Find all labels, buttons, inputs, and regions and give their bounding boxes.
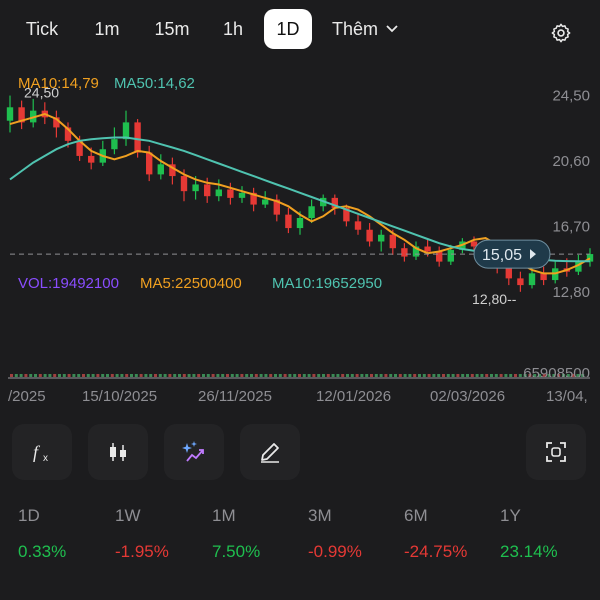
- tab-1m[interactable]: 1m: [84, 6, 130, 52]
- more-label: Thêm: [332, 19, 379, 39]
- candle-body: [424, 246, 431, 252]
- x-axis-label: 26/11/2025: [198, 388, 272, 405]
- candle-body: [296, 218, 304, 229]
- perf-value-1d: 0.33%: [18, 542, 67, 561]
- tab-1h[interactable]: 1h: [212, 6, 254, 52]
- x-axis-label: 12/01/2026: [316, 388, 391, 405]
- timeframe-bar: Tick 1m 15m 1h 1D Thêm: [0, 6, 600, 52]
- price-axis-label: 20,60: [552, 153, 590, 170]
- candle-body: [308, 206, 315, 218]
- candle-body: [447, 249, 454, 262]
- function-icon: f x: [33, 442, 48, 464]
- x-axis-label: 13/04,: [546, 388, 588, 405]
- candle-body: [389, 234, 396, 249]
- volume-ma10-label: MA10:19652950: [272, 275, 382, 292]
- candle-body: [436, 251, 443, 262]
- svg-text:f: f: [33, 442, 41, 462]
- perf-value-1y: 23.14%: [500, 542, 558, 561]
- candle-body: [180, 176, 188, 192]
- perf-period-1y: 1Y: [500, 506, 521, 525]
- price-axis-label: 12,80: [552, 284, 590, 301]
- ma50-legend: MA50:14,62: [114, 75, 195, 92]
- pencil-icon: [261, 443, 279, 463]
- perf-period-1d: 1D: [18, 506, 40, 525]
- price-axis-label: 16,70: [552, 218, 590, 235]
- candle-body: [192, 184, 199, 192]
- fullscreen-icon: [546, 442, 566, 462]
- candle-body: [215, 189, 222, 197]
- perf-value-1m: 7.50%: [212, 542, 261, 561]
- draw-button[interactable]: [240, 424, 300, 480]
- chevron-down-icon: [386, 25, 398, 33]
- volume-label: VOL:19492100: [18, 275, 119, 292]
- candlestick-icon: [110, 443, 126, 461]
- volume-ma5-label: MA5:22500400: [140, 275, 242, 292]
- gear-icon[interactable]: [550, 22, 572, 44]
- candle-body: [378, 234, 385, 242]
- candle-body: [401, 248, 408, 257]
- perf-period-1m: 1M: [212, 506, 236, 525]
- ai-analysis-button[interactable]: [164, 424, 224, 480]
- perf-period-1w: 1W: [115, 506, 141, 525]
- performance-table: 1D 0.33% 1W -1.95% 1M 7.50% 3M -0.99% 6M -24.75% 1…: [0, 500, 600, 580]
- chart-type-button[interactable]: [88, 424, 148, 480]
- indicator-button[interactable]: f x: [12, 424, 72, 480]
- low-price-label: 12,80--: [472, 291, 517, 307]
- candle-body: [366, 229, 373, 242]
- price-chart[interactable]: 24,5020,6016,7012,80 15,0524,5012,80--MA…: [0, 62, 600, 412]
- ma10-legend: MA10:14,79: [18, 75, 99, 92]
- candle-body: [238, 192, 246, 198]
- x-axis-label: 02/03/2026: [430, 388, 505, 405]
- candle-body: [134, 122, 141, 153]
- perf-period-3m: 3M: [308, 506, 332, 525]
- chart-toolbar: f x: [0, 424, 600, 482]
- perf-period-6m: 6M: [404, 506, 428, 525]
- tab-1d[interactable]: 1D: [264, 9, 312, 49]
- perf-value-3m: -0.99%: [308, 542, 362, 561]
- candle-body: [157, 164, 164, 175]
- price-axis-label: 24,50: [552, 88, 590, 105]
- perf-value-6m: -24.75%: [404, 542, 468, 561]
- ai-sparkle-icon: [182, 441, 204, 462]
- candle-body: [111, 139, 118, 150]
- candle-body: [227, 189, 234, 198]
- x-axis-label: 15/10/2025: [82, 388, 157, 405]
- candle-body: [517, 278, 524, 286]
- candle-body: [528, 273, 536, 286]
- candle-body: [354, 221, 362, 230]
- candle-body: [146, 152, 153, 175]
- tab-15m[interactable]: 15m: [146, 6, 198, 52]
- fullscreen-button[interactable]: [526, 424, 586, 480]
- candle-body: [262, 199, 269, 205]
- candle-body: [6, 107, 14, 121]
- tab-tick[interactable]: Tick: [12, 6, 72, 52]
- candle-body: [88, 155, 95, 163]
- more-timeframes-button[interactable]: Thêm: [332, 6, 412, 52]
- svg-text:x: x: [43, 453, 48, 464]
- volume-max-label: 65908500: [523, 365, 590, 382]
- candle-body: [204, 184, 211, 197]
- current-price-value: 15,05: [482, 247, 522, 264]
- candle-body: [285, 214, 292, 229]
- candle-body: [505, 268, 512, 279]
- x-axis-label: /2025: [8, 388, 46, 405]
- perf-value-1w: -1.95%: [115, 542, 169, 561]
